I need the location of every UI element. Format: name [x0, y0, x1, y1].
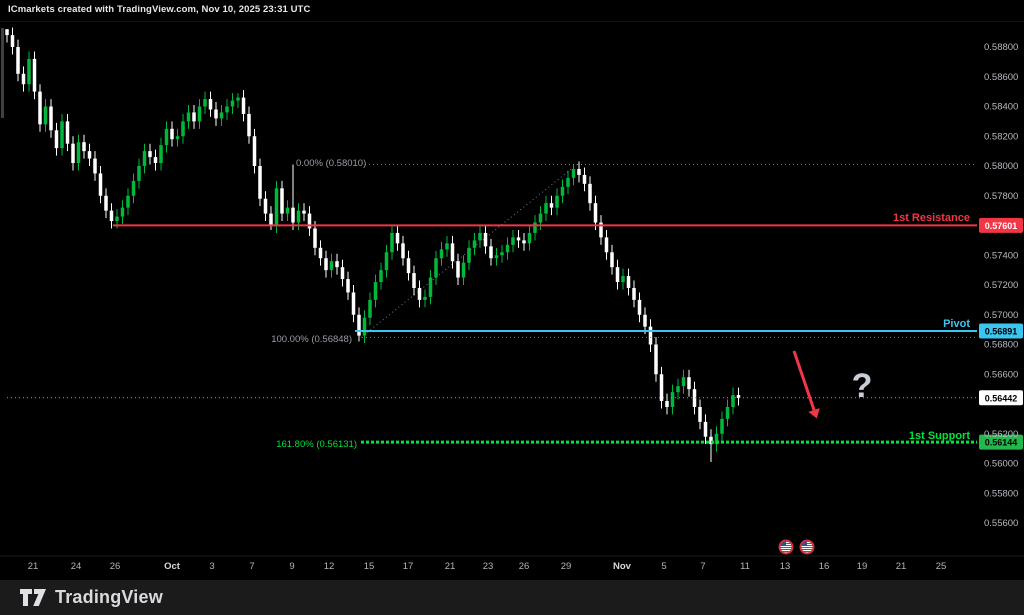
svg-text:0.56442: 0.56442: [985, 393, 1018, 403]
time-tick-label: 21: [28, 561, 39, 572]
price-tick-label: 0.55600: [984, 518, 1018, 529]
fib-100-label[interactable]: 100.00% (0.56848): [271, 334, 352, 345]
price-tick-label: 0.56800: [984, 340, 1018, 351]
time-tick-label: 21: [896, 561, 907, 572]
time-tick-label: 19: [857, 561, 868, 572]
support-label[interactable]: 1st Support: [909, 430, 970, 442]
price-tick-label: 0.58400: [984, 102, 1018, 113]
time-tick-label: 11: [740, 561, 750, 572]
price-tick-label: 0.56600: [984, 369, 1018, 380]
time-tick-label: 7: [249, 561, 254, 572]
time-tick-label: 15: [364, 561, 375, 572]
time-tick-label: 3: [209, 561, 214, 572]
question-mark[interactable]: ?: [852, 367, 873, 405]
us-flag-event-icon[interactable]: [801, 541, 814, 554]
time-tick-label: 23: [483, 561, 494, 572]
time-tick-label: 26: [519, 561, 530, 572]
time-tick-label: Oct: [164, 561, 181, 572]
time-tick-label: 5: [661, 561, 666, 572]
time-tick-label: 9: [289, 561, 294, 572]
time-tick-label: 29: [561, 561, 572, 572]
price-tick-label: 0.57000: [984, 310, 1018, 321]
time-tick-label: 13: [780, 561, 791, 572]
pivot-label[interactable]: Pivot: [943, 318, 970, 330]
candlestick-series: [5, 28, 740, 462]
tradingview-logo-icon: [20, 588, 47, 608]
svg-text:0.57601: 0.57601: [985, 221, 1018, 231]
bottom-brand-bar: TradingView: [0, 580, 1024, 615]
fib-161-label[interactable]: 161.80% (0.56131): [276, 439, 357, 450]
resistance-line-badge: 0.57601: [979, 218, 1023, 233]
time-tick-label: 12: [324, 561, 335, 572]
tradingview-logo-text: TradingView: [55, 587, 163, 608]
time-axis[interactable]: 21 24 26 Oct 3 7 9 12 15 17 21 23 26 29 Nov 5 7 11 13 16 19 2…: [28, 561, 947, 572]
price-axis[interactable]: 0.58800 0.58600 0.58400 0.58200 0.58000 0.578…: [984, 42, 1018, 529]
time-tick-label: 24: [71, 561, 82, 572]
time-tick-label: 7: [700, 561, 705, 572]
time-tick-label: 25: [936, 561, 947, 572]
svg-text:0.56891: 0.56891: [985, 326, 1018, 336]
time-tick-label: Nov: [613, 561, 632, 572]
pivot-line-badge: 0.56891: [979, 323, 1023, 338]
price-tick-label: 0.57400: [984, 250, 1018, 261]
time-tick-label: 26: [110, 561, 121, 572]
price-tick-label: 0.58200: [984, 131, 1018, 142]
tradingview-logo[interactable]: TradingView: [20, 587, 163, 608]
price-tick-label: 0.55800: [984, 488, 1018, 499]
chart-watermark-title: ICmarkets created with TradingView.com, …: [8, 4, 310, 15]
chart-window: ICmarkets created with TradingView.com, …: [0, 0, 1024, 615]
price-tick-label: 0.58800: [984, 42, 1018, 53]
price-tick-label: 0.56000: [984, 459, 1018, 470]
price-tick-label: 0.57200: [984, 280, 1018, 291]
time-tick-label: 16: [819, 561, 830, 572]
last-price-line-badge: 0.56442: [979, 390, 1023, 405]
time-tick-label: 21: [445, 561, 456, 572]
price-tick-label: 0.58000: [984, 161, 1018, 172]
price-tick-label: 0.56200: [984, 429, 1018, 440]
us-flag-event-icon[interactable]: [780, 541, 793, 554]
price-tick-label: 0.57800: [984, 191, 1018, 202]
price-tick-label: 0.58600: [984, 72, 1018, 83]
resistance-label[interactable]: 1st Resistance: [893, 212, 970, 224]
clipped-candle: [1, 28, 4, 118]
fib-0-label[interactable]: 0.00% (0.58010): [296, 158, 366, 169]
time-tick-label: 17: [403, 561, 414, 572]
chart-canvas[interactable]: 0.564420.576010.568910.561441st Resistan…: [0, 0, 1024, 580]
down-arrow[interactable]: [794, 351, 820, 419]
